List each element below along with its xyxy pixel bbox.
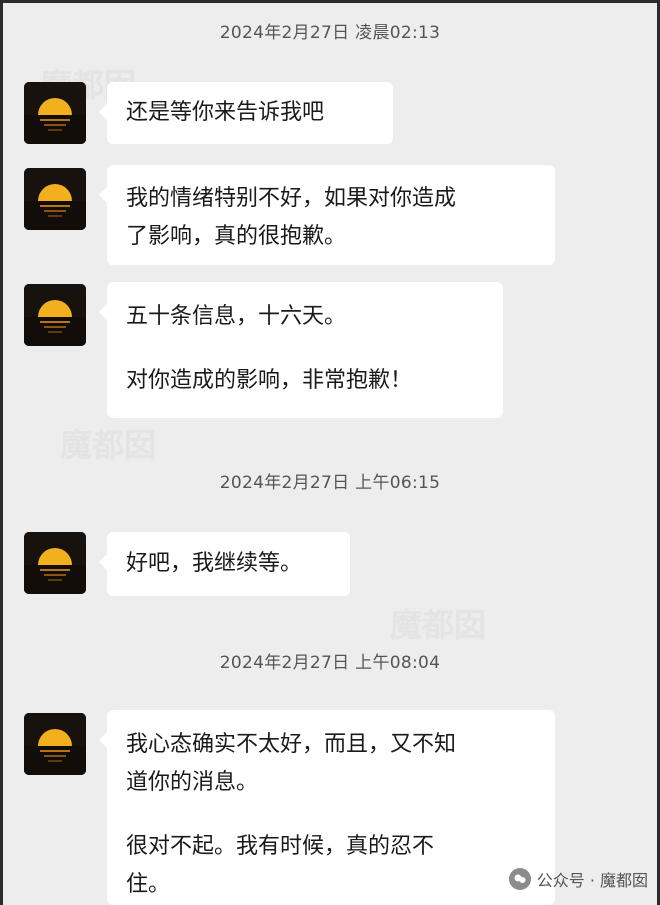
message-bubble[interactable]: 我心态确实不太好，而且，又不知 道你的消息。 很对不起。我有时候，真的忍不 住。 [99,710,555,905]
contact-avatar[interactable] [24,532,86,594]
message-text: 我的情绪特别不好，如果对你造成 [126,186,457,211]
contact-avatar[interactable] [24,713,86,775]
contact-avatar[interactable] [24,82,86,144]
message-text: 五十条信息，十六天。 [126,304,347,329]
message-text: 道你的消息。 [126,770,259,795]
message-text: 很对不起。我有时候，真的忍不 [126,834,435,859]
message-bubble[interactable]: 五十条信息，十六天。 对你造成的影响，非常抱歉！ [99,282,503,418]
message-text: 对你造成的影响，非常抱歉！ [126,368,413,393]
sunset-avatar-icon [24,82,86,144]
message-timestamp: 2024年2月27日 上午08:04 [219,653,441,673]
message-timestamp: 2024年2月27日 上午06:15 [219,473,441,493]
contact-avatar[interactable] [24,284,86,346]
message-bubble[interactable]: 还是等你来告诉我吧 [99,82,393,144]
message-text: 好吧，我继续等。 [126,551,303,576]
watermark-text: 公众号 · 魔都囡 [536,871,648,890]
message-timestamp: 2024年2月27日 凌晨02:13 [219,23,441,43]
sunset-avatar-icon [24,284,86,346]
message-bubble[interactable]: 我的情绪特别不好，如果对你造成 了影响，真的很抱歉。 [99,165,555,265]
message-text: 住。 [126,872,171,897]
message-text: 了影响，真的很抱歉。 [126,224,347,249]
sunset-avatar-icon [24,532,86,594]
wechat-official-account-icon [508,868,531,890]
message-text: 还是等你来告诉我吧 [126,100,325,125]
sunset-avatar-icon [24,168,86,230]
message-text: 我心态确实不太好，而且，又不知 [126,732,457,757]
message-bubble[interactable]: 好吧，我继续等。 [99,532,350,596]
sunset-avatar-icon [24,713,86,775]
contact-avatar[interactable] [24,168,86,230]
source-watermark: 公众号 · 魔都囡 [508,867,648,891]
